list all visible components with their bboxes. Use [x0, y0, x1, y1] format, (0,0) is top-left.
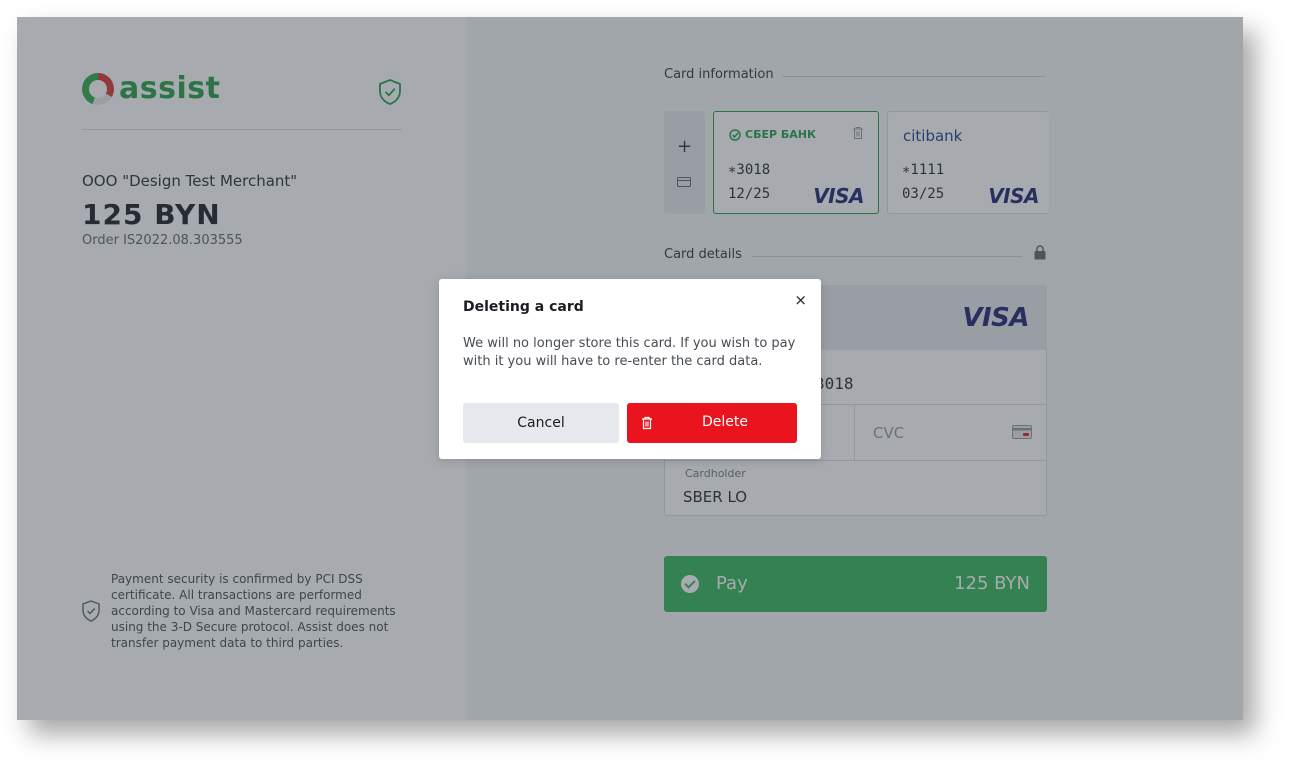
close-icon[interactable]: × [794, 291, 807, 309]
dialog-title: Deleting a card [463, 299, 584, 315]
cancel-button[interactable]: Cancel [463, 403, 619, 443]
delete-button[interactable]: Delete [627, 403, 797, 443]
delete-button-label: Delete [702, 414, 748, 430]
dialog-message: We will no longer store this card. If yo… [463, 336, 796, 369]
delete-card-dialog: Deleting a card × We will no longer stor… [439, 279, 821, 459]
payment-page: assist OOO "Design Test Merchant" 125 BY… [17, 17, 1243, 720]
